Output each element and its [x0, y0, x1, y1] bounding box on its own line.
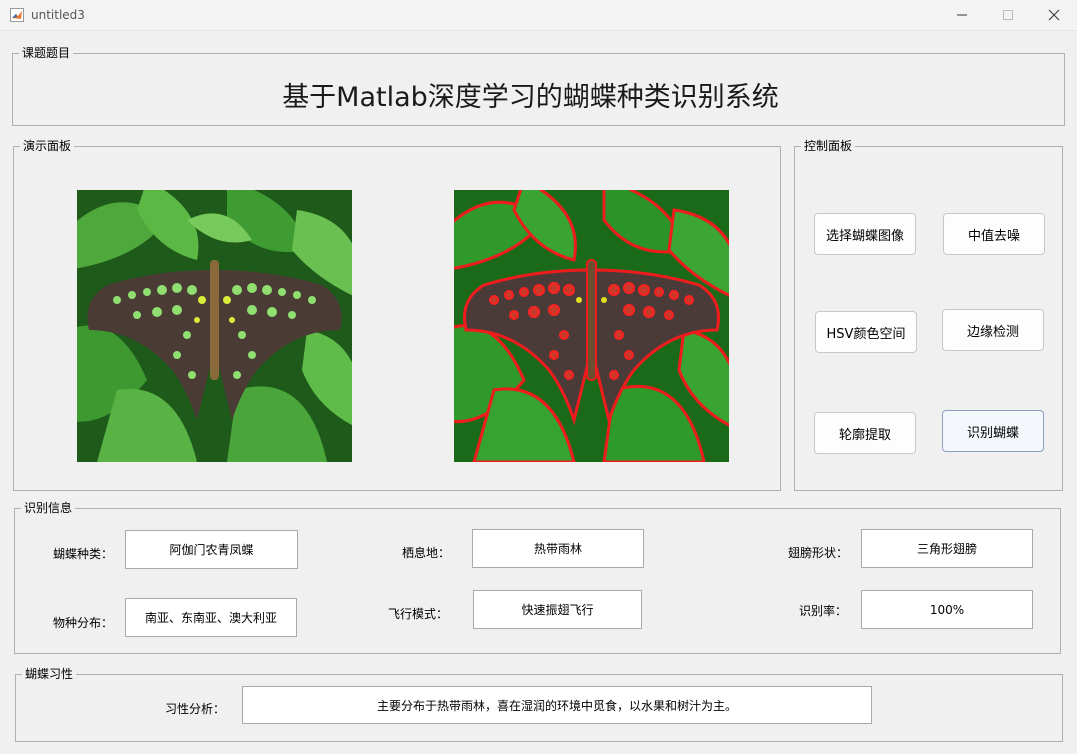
species-label: 蝴蝶种类： — [53, 547, 114, 561]
species-field[interactable]: 阿伽门农青凤蝶 — [125, 530, 298, 569]
habitat-field[interactable]: 热带雨林 — [472, 529, 644, 568]
original-image — [77, 190, 352, 462]
flight-field[interactable]: 快速振翅飞行 — [473, 590, 642, 629]
page-title: 基于Matlab深度学习的蝴蝶种类识别系统 — [282, 82, 779, 113]
control-panel-legend: 控制面板 — [801, 139, 856, 153]
habit-panel-legend: 蝴蝶习性 — [22, 667, 77, 681]
identify-button[interactable]: 识别蝴蝶 — [942, 410, 1044, 452]
contour-button[interactable]: 轮廓提取 — [814, 412, 916, 454]
analysis-field[interactable]: 主要分布于热带雨林，喜在湿润的环境中觅食，以水果和树汁为主。 — [242, 686, 872, 724]
analysis-label: 习性分析： — [165, 702, 226, 716]
demo-panel: 演示面板 — [13, 139, 781, 491]
maximize-icon — [1003, 10, 1013, 20]
habit-panel: 蝴蝶习性 习性分析： 主要分布于热带雨林，喜在湿润的环境中觅食，以水果和树汁为主… — [15, 667, 1063, 742]
rate-label: 识别率： — [799, 604, 848, 618]
median-denoise-button[interactable]: 中值去噪 — [943, 213, 1045, 255]
rate-field[interactable]: 100% — [861, 590, 1033, 629]
wing-label: 翅膀形状： — [788, 546, 849, 560]
processed-image — [454, 190, 729, 462]
control-panel: 控制面板 选择蝴蝶图像 中值去噪 HSV颜色空间 边缘检测 轮廓提取 识别蝴蝶 — [794, 139, 1063, 491]
info-panel-legend: 识别信息 — [21, 501, 76, 515]
demo-panel-legend: 演示面板 — [20, 139, 75, 153]
topic-panel: 课题题目 基于Matlab深度学习的蝴蝶种类识别系统 — [12, 46, 1065, 126]
topic-panel-legend: 课题题目 — [19, 46, 74, 60]
title-bar: untitled3 — [0, 0, 1077, 31]
wing-field[interactable]: 三角形翅膀 — [861, 529, 1033, 568]
window-title: untitled3 — [31, 8, 85, 22]
maximize-button[interactable] — [985, 0, 1031, 30]
edge-detect-button[interactable]: 边缘检测 — [942, 309, 1044, 351]
close-icon — [1048, 9, 1060, 21]
minimize-icon — [957, 14, 967, 16]
minimize-button[interactable] — [939, 0, 985, 30]
matlab-icon — [10, 8, 24, 22]
habitat-label: 栖息地： — [402, 546, 451, 560]
info-panel: 识别信息 蝴蝶种类： 阿伽门农青凤蝶 栖息地： 热带雨林 翅膀形状： 三角形翅膀… — [14, 501, 1061, 654]
close-button[interactable] — [1031, 0, 1077, 30]
hsv-button[interactable]: HSV颜色空间 — [815, 311, 917, 353]
flight-label: 飞行模式： — [388, 607, 449, 621]
distribution-field[interactable]: 南亚、东南亚、澳大利亚 — [125, 598, 297, 637]
distribution-label: 物种分布： — [53, 616, 114, 630]
select-image-button[interactable]: 选择蝴蝶图像 — [814, 213, 916, 255]
